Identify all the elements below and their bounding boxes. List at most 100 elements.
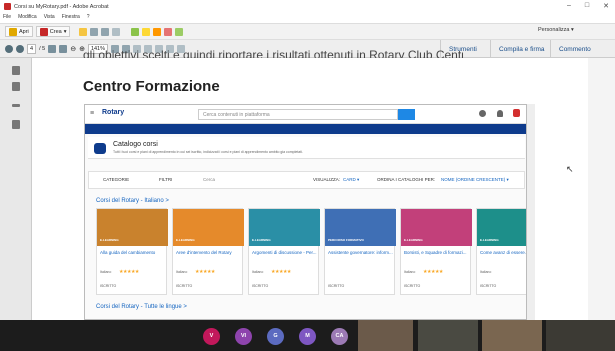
- close-button[interactable]: ✕: [603, 2, 609, 10]
- enrollment-status: ISCRITTO: [176, 284, 193, 288]
- course-rating: ★★★★★: [423, 269, 443, 275]
- enrollment-status: ISCRITTO: [480, 284, 497, 288]
- course-rating: ★★★★★: [195, 269, 215, 275]
- open-button[interactable]: Apri: [5, 26, 33, 37]
- course-type-badge: E-LEARNING: [480, 238, 499, 242]
- acrobat-icon: [4, 3, 11, 10]
- navigation-pane: [0, 58, 32, 320]
- course-title: Aree d'intervento del Rotary: [176, 250, 232, 255]
- course-type-badge: PERCORSO FORMATIVO: [328, 238, 364, 242]
- portal-banner: [85, 124, 526, 134]
- minimize-button[interactable]: –: [567, 2, 571, 10]
- menu-file[interactable]: File: [3, 14, 11, 20]
- create-button[interactable]: Crea ▾: [35, 26, 71, 37]
- course-language: Italiano: [176, 270, 188, 274]
- attachments-icon[interactable]: [12, 120, 20, 129]
- bookmarks-icon[interactable]: [12, 82, 20, 91]
- portal-search-input: Cerca contenuti in piattaforma: [198, 109, 398, 120]
- course-type-badge: E-LEARNING: [404, 238, 423, 242]
- catalog-filter-bar: CATEGORIE FILTRI Cerca VISUALIZZA: CARD …: [88, 171, 525, 189]
- maximize-button[interactable]: □: [585, 2, 589, 10]
- page-number-input[interactable]: 4: [27, 43, 37, 54]
- course-card: E-LEARNING Borsisti, e Squadre di formazi…: [400, 208, 472, 295]
- order-label: ORDINA I CATALOGHI PER:: [377, 177, 436, 182]
- course-language: Italiano: [100, 270, 112, 274]
- course-card: E-LEARNING Come avanz di essere... Italian…: [476, 208, 527, 295]
- menu-modifica[interactable]: Modifica: [18, 14, 37, 20]
- course-language: Italiano: [252, 270, 264, 274]
- menu-bar: File Modifica Vista Finestra ?: [0, 13, 615, 21]
- document-text-line: gli obiettivi scelti e quindi riportare …: [83, 48, 463, 58]
- settings-icon[interactable]: [112, 27, 121, 36]
- participant-avatar[interactable]: VI: [235, 328, 252, 345]
- notification-icon: [513, 109, 520, 117]
- select-tool-icon[interactable]: [48, 44, 57, 53]
- filters-toggle: FILTRI: [159, 177, 173, 182]
- order-value: NOME (ORDINE CRESCENTE) ▾: [441, 177, 509, 182]
- catalog-icon: [94, 143, 106, 154]
- portal-scrollbar: [527, 104, 535, 320]
- folder-icon: [9, 27, 17, 36]
- page-total: / 5: [39, 45, 46, 52]
- catalog-title: Catalogo corsi: [113, 141, 158, 148]
- enrollment-status: ISCRITTO: [100, 284, 117, 288]
- help-icon: [479, 110, 486, 117]
- menu-help[interactable]: ?: [87, 14, 90, 20]
- mouse-cursor-icon: ↖: [566, 164, 574, 174]
- course-type-badge: E-LEARNING: [176, 238, 195, 242]
- zoom-out-icon[interactable]: ⊖: [70, 45, 76, 53]
- catalog-description: Tutti i tuoi corsi e piani di apprendime…: [113, 150, 303, 154]
- course-card: PERCORSO FORMATIVO Assistente governatore…: [324, 208, 396, 295]
- highlight-icon[interactable]: [153, 27, 162, 36]
- course-language: Italiano: [404, 270, 416, 274]
- course-title: Argomenti di discussione - Per...: [252, 250, 317, 255]
- print-icon[interactable]: [90, 27, 99, 36]
- course-type-badge: E-LEARNING: [252, 238, 271, 242]
- participant-avatar[interactable]: M: [299, 328, 316, 345]
- sign-tab[interactable]: Compila e firma: [490, 40, 553, 58]
- section-all-languages: Corsi del Rotary - Tutte le lingue >: [96, 304, 187, 310]
- menu-finestra[interactable]: Finestra: [62, 14, 80, 20]
- main-toolbar: Apri Crea ▾ Personalizza ▾: [0, 23, 615, 40]
- email-icon[interactable]: [101, 27, 110, 36]
- rotary-logo: Rotary: [102, 109, 125, 116]
- course-type-badge: E-LEARNING: [100, 238, 119, 242]
- stamp-icon[interactable]: [164, 27, 173, 36]
- view-label: VISUALIZZA:: [313, 177, 341, 182]
- window-title: Corsi su MyRotary.pdf - Adobe Acrobat: [14, 3, 109, 10]
- enrollment-status: ISCRITTO: [328, 284, 345, 288]
- bell-icon: [497, 110, 503, 117]
- participant-avatar[interactable]: G: [267, 328, 284, 345]
- enrollment-status: ISCRITTO: [252, 284, 269, 288]
- attach-icon[interactable]: [175, 27, 184, 36]
- create-pdf-icon: [39, 27, 48, 36]
- hand-tool-icon[interactable]: [59, 44, 68, 53]
- prev-page-icon[interactable]: [5, 44, 13, 53]
- course-title: Borsisti, e Squadre di formazi...: [404, 250, 467, 255]
- sticky-note-icon[interactable]: [142, 27, 151, 36]
- participant-video: [482, 320, 542, 351]
- next-page-icon[interactable]: [16, 44, 24, 53]
- course-title: Come avanz di essere...: [480, 250, 527, 255]
- view-value: CARD ▾: [343, 177, 360, 182]
- comment-tab[interactable]: Commento: [550, 40, 599, 58]
- course-rating: ★★★★★: [119, 269, 139, 275]
- save-icon[interactable]: [79, 27, 88, 36]
- participant-avatar[interactable]: CA: [331, 328, 348, 345]
- course-card: E-LEARNING Argomenti di discussione - Per…: [248, 208, 320, 295]
- comment-icon[interactable]: [131, 27, 140, 36]
- pages-icon[interactable]: [12, 66, 20, 75]
- course-title: Alla guida del cambiamento: [100, 250, 156, 255]
- portal-search-button: [398, 109, 415, 120]
- document-scrollbar[interactable]: ↖: [566, 58, 615, 320]
- course-card: E-LEARNING Alla guida del cambiamento Ital…: [96, 208, 168, 295]
- menu-vista[interactable]: Vista: [44, 14, 55, 20]
- portal-screenshot: ≡ Rotary Cerca contenuti in piattaforma …: [84, 104, 527, 320]
- window-titlebar: Corsi su MyRotary.pdf - Adobe Acrobat – …: [0, 0, 615, 13]
- participant-video: [546, 320, 615, 351]
- participant-avatar[interactable]: V: [203, 328, 220, 345]
- course-card: E-LEARNING Aree d'intervento del Rotary It…: [172, 208, 244, 295]
- categories-filter: CATEGORIE: [103, 177, 130, 182]
- course-language: Italiano: [480, 270, 492, 274]
- personalize-button[interactable]: Personalizza ▾: [538, 27, 574, 33]
